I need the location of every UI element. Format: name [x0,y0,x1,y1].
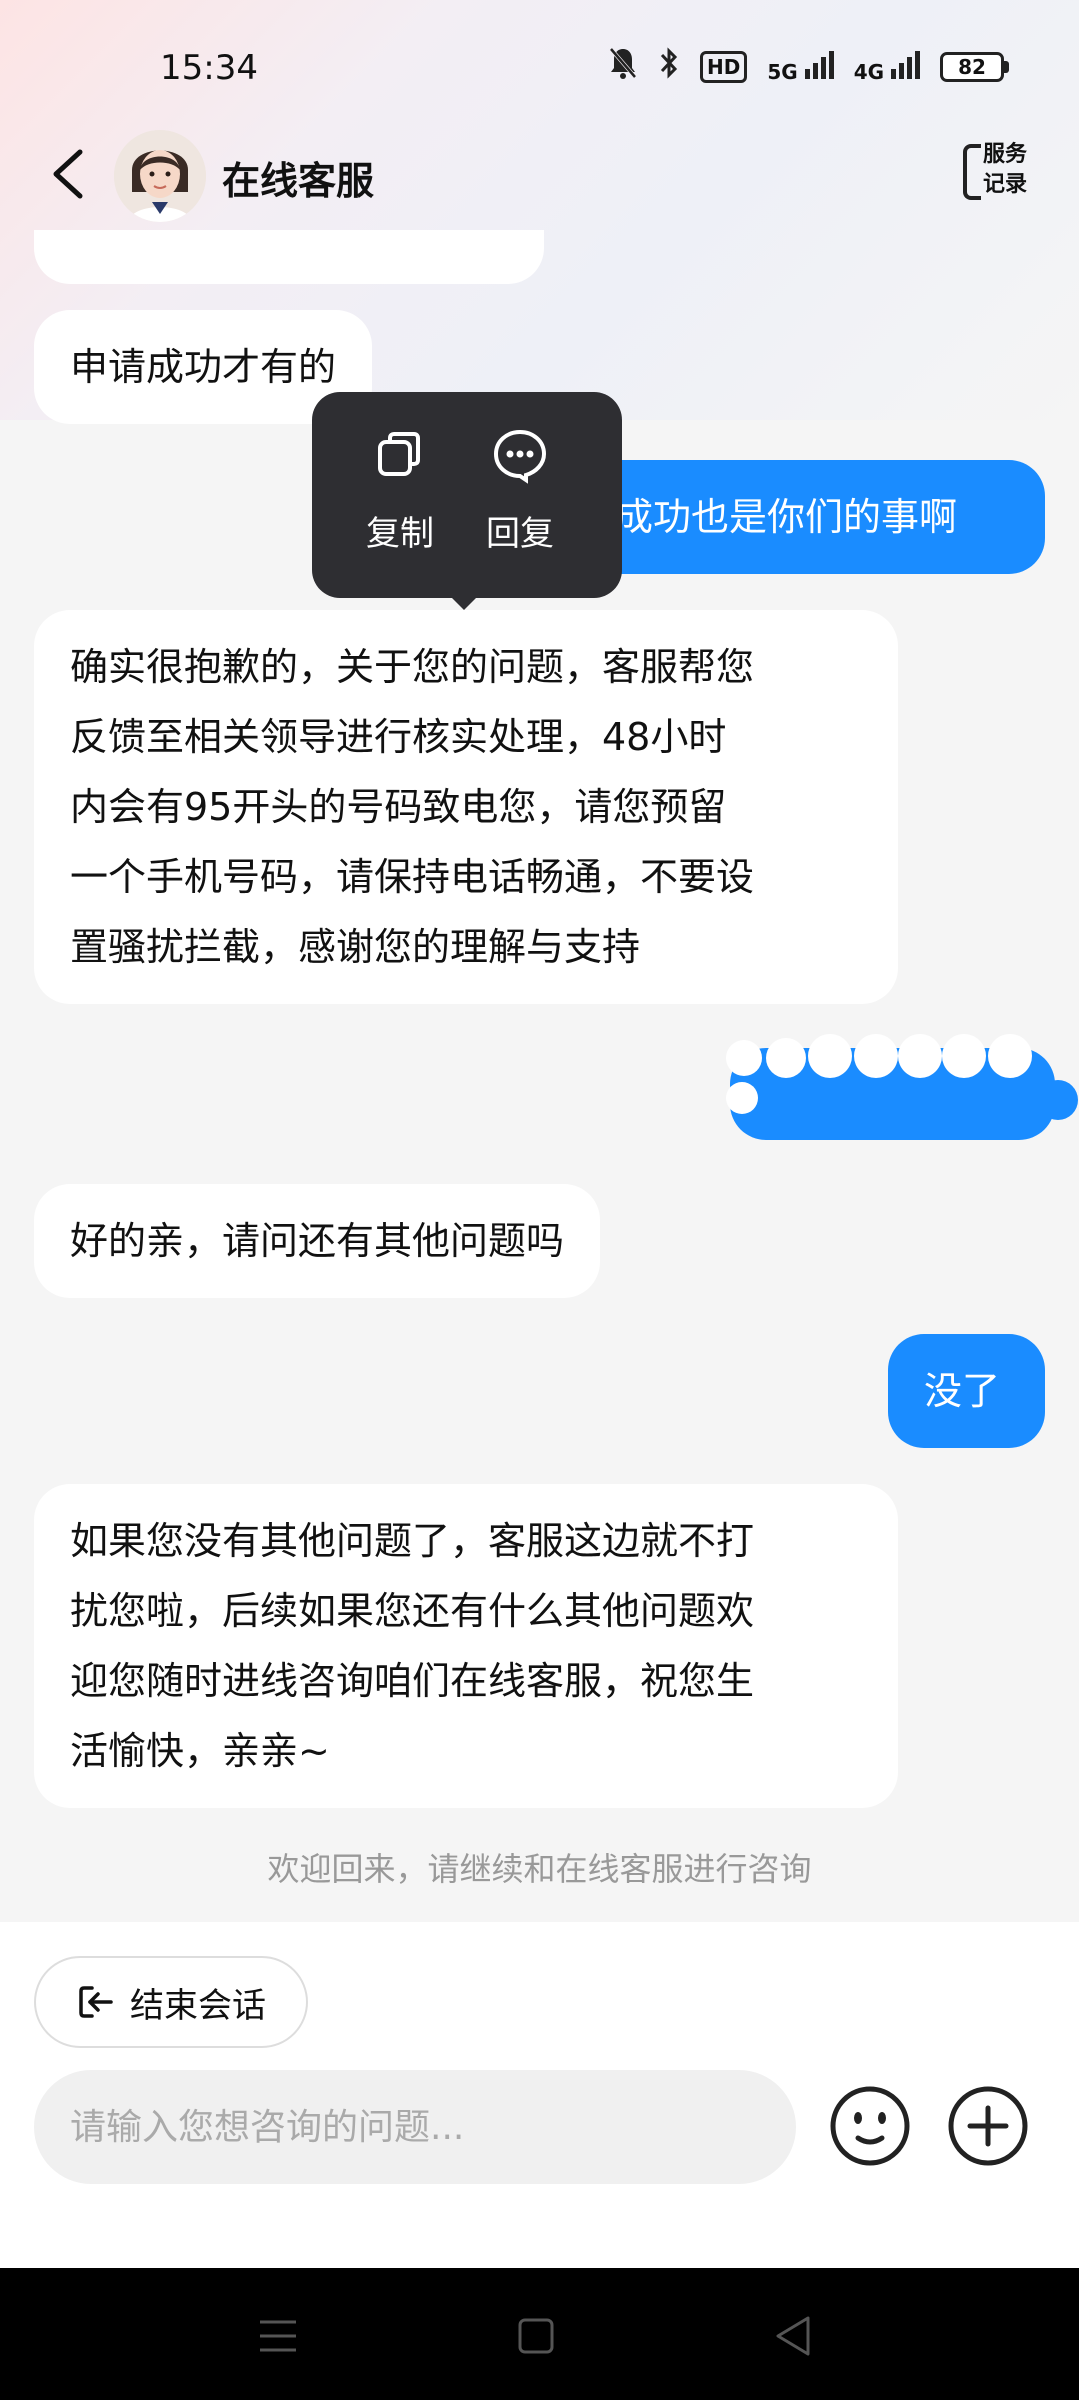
triangle-back-icon [776,2316,810,2356]
service-record-label-line2: 记录 [983,172,1028,197]
message-line: 反馈至相关领导进行核实处理，48小时 [70,715,727,759]
message-input[interactable] [34,2070,796,2184]
message-line: 确实很抱歉的，关于您的问题，客服帮您 [70,645,755,689]
signal-4g-label: 4G [853,60,885,84]
chevron-left-icon [53,149,83,199]
context-menu-arrow [450,596,478,610]
status-icons: HD 5G 4G 82 [608,46,1009,87]
status-bar: 15:34 HD 5G 4G 82 [0,0,1079,130]
battery-icon: 82 [940,51,1009,82]
copy-label: 复制 [366,514,434,554]
message-bubble-user[interactable]: 成功也是你们的事啊 [580,460,1045,574]
message-bubble-agent[interactable]: 确实很抱歉的，关于您的问题，客服帮您 反馈至相关领导进行核实处理，48小时 内会… [34,610,898,1004]
message-line: 置骚扰拦截，感谢您的理解与支持 [70,925,641,969]
emoji-button[interactable] [828,2084,912,2168]
service-record-icon [963,144,981,200]
system-navigation-bar [0,2268,1079,2400]
message-bubble-agent[interactable]: 好的亲，请问还有其他问题吗 [34,1184,601,1298]
back-nav-button[interactable] [764,2308,824,2364]
exit-icon [79,1986,113,2018]
more-button[interactable] [946,2084,1030,2168]
battery-level: 82 [940,51,1004,82]
plus-icon [948,2086,1028,2166]
bluetooth-icon [658,46,680,87]
message-line: 扰您啦，后续如果您还有什么其他问题欢 [70,1589,755,1633]
message-line: 一个手机号码，请保持电话畅通，不要设 [70,855,755,899]
system-note: 欢迎回来，请继续和在线客服进行咨询 [267,1850,812,1888]
end-session-button[interactable]: 结束会话 [34,1956,308,2048]
message-bubble-user-redacted[interactable] [720,1034,1079,1152]
service-record-label-line1: 服务 [983,142,1028,167]
message-line: 如果您没有其他问题了，客服这边就不打 [70,1519,755,1563]
page-title: 在线客服 [222,159,375,203]
message-bubble-user[interactable]: 没了 [888,1334,1045,1448]
mute-bell-icon [608,46,638,87]
signal-4g-icon: 4G [854,49,920,84]
reply-icon [493,429,547,484]
recent-apps-button[interactable] [248,2308,308,2364]
message-context-menu: 复制 回复 [312,392,622,598]
message-line: 迎您随时进线咨询咱们在线客服，祝您生 [70,1659,755,1703]
copy-icon [378,432,420,476]
service-record-button[interactable]: 服务 记录 [963,140,1035,206]
reply-menu-item[interactable]: 回复 [460,428,580,555]
chat-header: 在线客服 服务 记录 [0,120,1079,230]
hd-icon: HD [700,50,748,83]
message-line: 内会有95开头的号码致电您，请您预留 [70,785,727,829]
signal-5g-label: 5G [767,60,798,84]
bottom-input-panel: 结束会话 [0,1922,1079,2268]
message-line: 活愉快，亲亲~ [70,1729,330,1773]
message-bubble-agent[interactable]: 如果您没有其他问题了，客服这边就不打 扰您啦，后续如果您还有什么其他问题欢 迎您… [34,1484,898,1808]
menu-icon [260,2320,296,2352]
status-time: 15:34 [160,48,258,88]
emoji-icon [830,2086,910,2166]
end-session-label: 结束会话 [130,1985,266,2026]
home-button[interactable] [506,2308,566,2364]
message-bubble-agent-clipped[interactable] [34,230,544,284]
reply-label: 回复 [486,514,554,554]
copy-menu-item[interactable]: 复制 [340,428,460,555]
home-square-icon [518,2318,554,2354]
agent-avatar[interactable] [114,130,206,222]
back-button[interactable] [44,144,94,204]
signal-5g-icon: 5G [767,49,834,84]
